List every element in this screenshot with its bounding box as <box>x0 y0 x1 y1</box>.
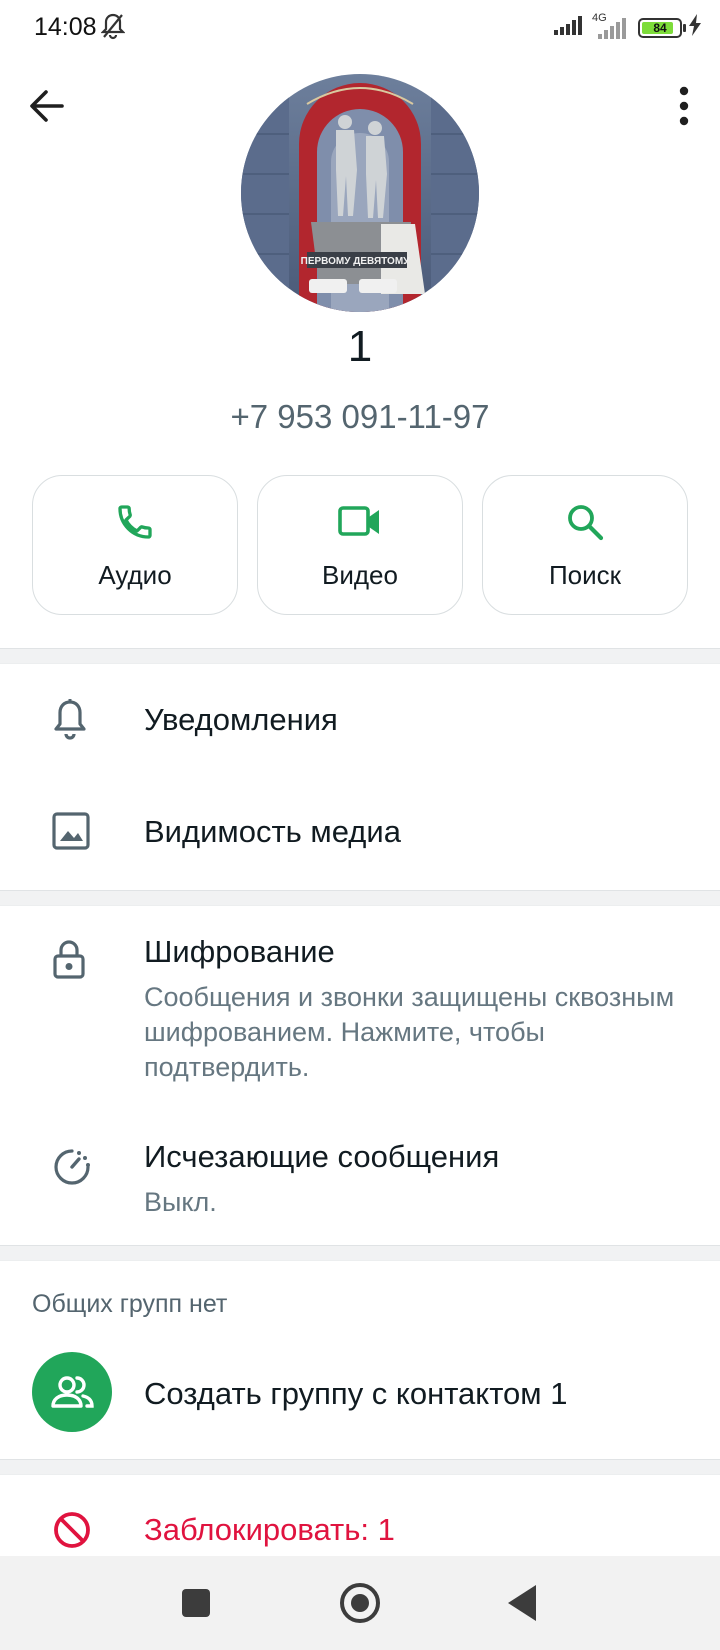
search-icon <box>565 502 605 542</box>
media-visibility-row[interactable]: Видимость медиа <box>0 792 720 876</box>
disappearing-status: Выкл. <box>144 1187 217 1217</box>
system-nav-bar <box>0 1556 720 1650</box>
contact-avatar[interactable]: ПЕРВОМУ ДЕВЯТОМУ <box>241 74 479 312</box>
section-divider <box>0 648 720 664</box>
search-button[interactable]: Поиск <box>482 475 688 615</box>
video-call-label: Видео <box>322 560 398 590</box>
block-contact-row[interactable]: Заблокировать: 1 <box>0 1500 720 1562</box>
signal-4g-icon: 4G <box>592 12 628 40</box>
section-divider <box>0 1459 720 1475</box>
system-back-button[interactable] <box>508 1585 536 1621</box>
lock-icon <box>52 938 86 985</box>
action-buttons: Аудио Видео Поиск <box>32 475 688 615</box>
avatar-caption: ПЕРВОМУ ДЕВЯТОМУ <box>301 256 411 267</box>
common-groups-header: Общих групп нет <box>32 1290 228 1318</box>
video-call-button[interactable]: Видео <box>257 475 463 615</box>
battery-icon: 84 <box>638 17 686 38</box>
section-divider <box>0 890 720 906</box>
back-button[interactable] <box>26 86 72 126</box>
status-time: 14:08 <box>34 13 97 41</box>
encryption-subtitle: Сообщения и звонки защищены сквозным шиф… <box>144 982 675 1082</box>
timer-icon <box>52 1147 92 1192</box>
bell-icon <box>52 698 88 745</box>
home-button[interactable] <box>340 1583 380 1623</box>
audio-call-label: Аудио <box>98 560 172 590</box>
notifications-row[interactable]: Уведомления <box>0 680 720 764</box>
more-vert-icon <box>679 86 689 126</box>
image-icon <box>52 812 90 855</box>
status-bar: 14:08 4G 84 <box>0 0 720 56</box>
group-add-icon <box>32 1352 112 1432</box>
notifications-label: Уведомления <box>144 702 338 737</box>
media-visibility-label: Видимость медиа <box>144 814 401 849</box>
encryption-title: Шифрование <box>144 934 335 969</box>
muted-bell-icon <box>100 12 126 45</box>
recent-apps-button[interactable] <box>182 1589 210 1617</box>
battery-level: 84 <box>653 20 667 35</box>
phone-icon <box>115 502 155 542</box>
video-icon <box>338 502 382 542</box>
search-label: Поиск <box>548 560 622 590</box>
signal-icon <box>554 15 586 40</box>
block-icon <box>52 1510 92 1555</box>
avatar-image: ПЕРВОМУ ДЕВЯТОМУ <box>241 74 479 312</box>
section-divider <box>0 1245 720 1261</box>
more-options-button[interactable] <box>672 84 696 128</box>
disappearing-messages-row[interactable]: Исчезающие сообщения Выкл. <box>0 1135 720 1235</box>
arrow-left-icon <box>30 90 64 122</box>
contact-name: 1 <box>347 322 373 371</box>
audio-call-button[interactable]: Аудио <box>32 475 238 615</box>
disappearing-title: Исчезающие сообщения <box>144 1139 500 1174</box>
contact-phone: +7 953 091-11-97 <box>230 398 490 435</box>
create-group-row[interactable]: Создать группу с контактом 1 <box>0 1345 720 1441</box>
create-group-label: Создать группу с контактом 1 <box>144 1376 568 1411</box>
charging-icon <box>688 14 702 41</box>
block-contact-label: Заблокировать: 1 <box>144 1512 395 1547</box>
encryption-row[interactable]: Шифрование Сообщения и звонки защищены с… <box>0 930 720 1082</box>
